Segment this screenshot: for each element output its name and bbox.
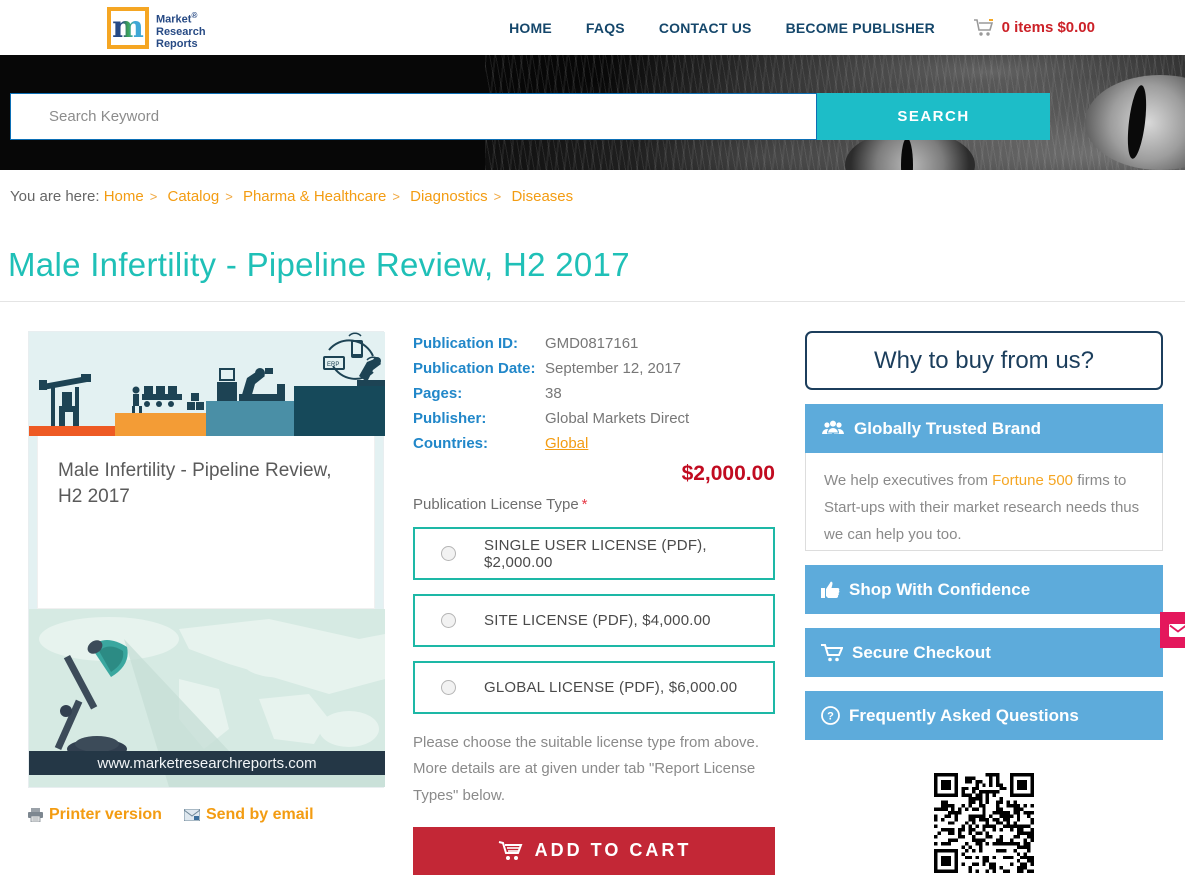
site-logo[interactable]: m Market® Research Reports — [107, 7, 206, 50]
trusted-brand-body: We help executives from Fortune 500 firm… — [805, 453, 1163, 551]
product-caption-wrap: Male Infertility - Pipeline Review, H2 2… — [29, 436, 383, 609]
license-option-site[interactable]: SITE LICENSE (PDF), $4,000.00 — [413, 594, 775, 647]
breadcrumb-home[interactable]: Home — [104, 188, 144, 205]
radio-button[interactable] — [441, 546, 456, 561]
panel-faq[interactable]: ? Frequently Asked Questions — [805, 691, 1163, 740]
qr-code — [934, 773, 1034, 873]
detail-row-publication-id: Publication ID: GMD0817161 — [413, 331, 775, 356]
breadcrumb-separator: > — [392, 189, 400, 204]
breadcrumb-separator: > — [494, 189, 502, 204]
send-by-email-link[interactable]: Send by email — [184, 806, 314, 824]
page-title: Male Infertility - Pipeline Review, H2 2… — [8, 246, 630, 284]
printer-icon — [28, 808, 43, 822]
breadcrumb-diseases[interactable]: Diseases — [511, 188, 573, 205]
nav-faqs[interactable]: FAQS — [586, 20, 625, 36]
hero-banner: SEARCH — [0, 55, 1185, 170]
envelope-icon — [1169, 624, 1185, 637]
breadcrumb-separator: > — [150, 189, 158, 204]
cart-count-text: 0 items $0.00 — [1002, 19, 1095, 36]
fortune-500-highlight: Fortune 500 — [992, 472, 1073, 489]
breadcrumb-prefix: You are here: — [10, 188, 100, 205]
users-group-icon — [821, 420, 845, 437]
search-button[interactable]: SEARCH — [817, 93, 1050, 140]
detail-row-countries: Countries: Global — [413, 431, 775, 456]
thumbs-up-icon — [821, 581, 840, 599]
printer-version-link[interactable]: Printer version — [28, 806, 162, 824]
radio-button[interactable] — [441, 680, 456, 695]
cart-icon — [497, 840, 523, 862]
svg-text:?: ? — [827, 711, 834, 723]
panel-globally-trusted-brand[interactable]: Globally Trusted Brand — [805, 404, 1163, 453]
license-note: Please choose the suitable license type … — [413, 730, 765, 809]
panel-shop-with-confidence[interactable]: Shop With Confidence — [805, 565, 1163, 614]
cart-icon — [973, 19, 995, 37]
breadcrumb-pharma-healthcare[interactable]: Pharma & Healthcare — [243, 188, 386, 205]
nav-become-publisher[interactable]: BECOME PUBLISHER — [786, 20, 935, 36]
nav-contact-us[interactable]: CONTACT US — [659, 20, 752, 36]
newsletter-envelope-tab[interactable] — [1160, 612, 1185, 648]
license-option-single-user[interactable]: SINGLE USER LICENSE (PDF), $2,000.00 — [413, 527, 775, 580]
site-header: m Market® Research Reports HOME FAQS CON… — [0, 0, 1185, 55]
qr-code-wrap — [805, 773, 1163, 878]
email-icon — [184, 809, 200, 821]
product-actions: Printer version Send by email — [28, 806, 384, 824]
detail-row-publisher: Publisher: Global Markets Direct — [413, 406, 775, 431]
required-asterisk: * — [582, 496, 588, 513]
nav-home[interactable]: HOME — [509, 20, 552, 36]
breadcrumb-separator: > — [225, 189, 233, 204]
countries-global-link[interactable]: Global — [545, 435, 588, 452]
product-details-column: Publication ID: GMD0817161 Publication D… — [413, 331, 775, 875]
product-caption: Male Infertility - Pipeline Review, H2 2… — [37, 436, 375, 609]
add-to-cart-button[interactable]: ADD TO CART — [413, 827, 775, 875]
divider — [0, 301, 1185, 302]
sidebar-column: Why to buy from us? Globally Trusted Bra… — [805, 331, 1163, 878]
license-option-global[interactable]: GLOBAL LICENSE (PDF), $6,000.00 — [413, 661, 775, 714]
breadcrumb-catalog[interactable]: Catalog — [167, 188, 219, 205]
detail-row-publication-date: Publication Date: September 12, 2017 — [413, 356, 775, 381]
breadcrumb-diagnostics[interactable]: Diagnostics — [410, 188, 488, 205]
product-price: $2,000.00 — [413, 462, 775, 486]
search-input[interactable] — [10, 93, 817, 140]
license-type-label: Publication License Type* — [413, 496, 775, 513]
question-circle-icon: ? — [821, 706, 840, 725]
product-image-column: ERP Male Infertility - Pipeline Review, … — [28, 331, 384, 824]
cart-summary[interactable]: 0 items $0.00 — [973, 0, 1095, 55]
breadcrumb: You are here: Home > Catalog > Pharma & He… — [10, 188, 573, 205]
main-nav: HOME FAQS CONTACT US BECOME PUBLISHER — [509, 0, 935, 55]
registered-mark: ® — [191, 11, 197, 20]
cart-icon — [821, 644, 843, 662]
product-image-url: www.marketresearchreports.com — [96, 755, 316, 772]
logo-text: Market® Research Reports — [156, 7, 206, 50]
radio-button[interactable] — [441, 613, 456, 628]
lamp-map-illustration: www.marketresearchreports.com — [29, 609, 385, 787]
industry-illustration: ERP — [29, 332, 385, 436]
panel-secure-checkout[interactable]: Secure Checkout — [805, 628, 1163, 677]
detail-row-pages: Pages: 38 — [413, 381, 775, 406]
product-cover-image: ERP Male Infertility - Pipeline Review, … — [28, 331, 384, 788]
logo-m-icon: m — [107, 7, 149, 49]
why-to-buy-heading: Why to buy from us? — [805, 331, 1163, 390]
